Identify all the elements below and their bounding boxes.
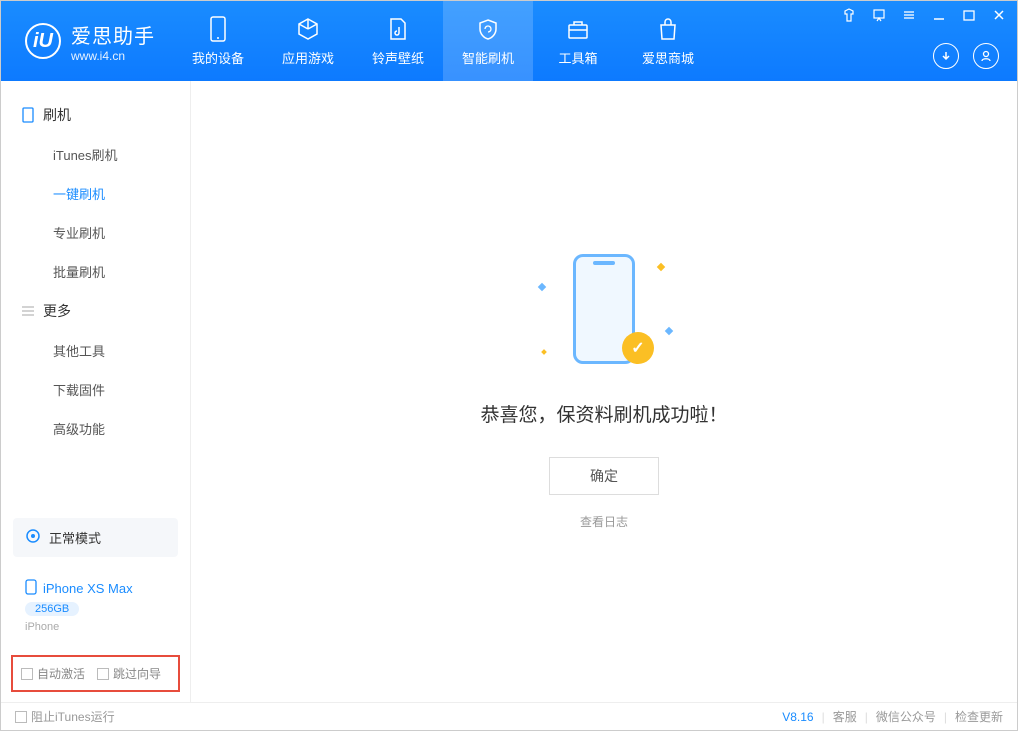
mode-icon	[25, 528, 41, 547]
app-title: 爱思助手	[71, 20, 155, 49]
download-button[interactable]	[933, 43, 959, 69]
phone-icon	[205, 16, 231, 42]
app-subtitle: www.i4.cn	[71, 49, 155, 63]
phone-small-icon	[25, 579, 37, 598]
success-illustration: ✓	[534, 254, 674, 374]
check-icon: ✓	[622, 332, 654, 364]
status-bar: 阻止iTunes运行 V8.16 | 客服 | 微信公众号 | 检查更新	[1, 702, 1017, 730]
ok-button[interactable]: 确定	[549, 457, 659, 495]
device-card[interactable]: iPhone XS Max 256GB iPhone	[13, 569, 178, 643]
nav-apps-games[interactable]: 应用游戏	[263, 1, 353, 81]
title-bar: iU 爱思助手 www.i4.cn 我的设备 应用游戏 铃声壁纸 智能刷机 工具…	[1, 1, 1017, 81]
app-logo: iU 爱思助手 www.i4.cn	[1, 20, 173, 63]
view-log-link[interactable]: 查看日志	[580, 513, 628, 530]
logo-icon: iU	[25, 23, 61, 59]
storage-badge: 256GB	[25, 602, 79, 616]
success-message: 恭喜您，保资料刷机成功啦！	[480, 400, 727, 427]
nav-toolbox[interactable]: 工具箱	[533, 1, 623, 81]
bag-icon	[655, 16, 681, 42]
account-button[interactable]	[973, 43, 999, 69]
check-update-link[interactable]: 检查更新	[955, 708, 1003, 725]
version-label: V8.16	[782, 710, 813, 724]
nav-smart-flash[interactable]: 智能刷机	[443, 1, 533, 81]
sidebar-item-other-tools[interactable]: 其他工具	[1, 331, 190, 370]
device-mode-card[interactable]: 正常模式	[13, 518, 178, 557]
skin-icon[interactable]	[841, 7, 857, 23]
toolbox-icon	[565, 16, 591, 42]
sidebar-group-flash: 刷机	[1, 95, 190, 135]
list-icon	[21, 304, 35, 318]
checkbox-auto-activate[interactable]: 自动激活	[21, 665, 85, 682]
sidebar-item-oneclick-flash[interactable]: 一键刷机	[1, 174, 190, 213]
main-nav: 我的设备 应用游戏 铃声壁纸 智能刷机 工具箱 爱思商城	[173, 1, 713, 81]
wechat-link[interactable]: 微信公众号	[876, 708, 936, 725]
sidebar-item-itunes-flash[interactable]: iTunes刷机	[1, 135, 190, 174]
device-type: iPhone	[25, 621, 166, 633]
nav-ringtone-wallpaper[interactable]: 铃声壁纸	[353, 1, 443, 81]
nav-store[interactable]: 爱思商城	[623, 1, 713, 81]
main-content: ✓ 恭喜您，保资料刷机成功啦！ 确定 查看日志	[191, 81, 1017, 702]
sidebar-group-more: 更多	[1, 291, 190, 331]
window-controls	[841, 7, 1007, 23]
nav-my-device[interactable]: 我的设备	[173, 1, 263, 81]
minimize-icon[interactable]	[931, 7, 947, 23]
support-link[interactable]: 客服	[833, 708, 857, 725]
device-icon	[21, 108, 35, 122]
music-file-icon	[385, 16, 411, 42]
close-icon[interactable]	[991, 7, 1007, 23]
maximize-icon[interactable]	[961, 7, 977, 23]
checkbox-block-itunes[interactable]: 阻止iTunes运行	[15, 708, 115, 725]
refresh-shield-icon	[475, 16, 501, 42]
menu-icon[interactable]	[901, 7, 917, 23]
sidebar-item-batch-flash[interactable]: 批量刷机	[1, 252, 190, 291]
sidebar-item-advanced[interactable]: 高级功能	[1, 409, 190, 448]
checkbox-skip-guide[interactable]: 跳过向导	[97, 665, 161, 682]
sidebar: 刷机 iTunes刷机 一键刷机 专业刷机 批量刷机 更多 其他工具 下载固件 …	[1, 81, 191, 702]
sidebar-item-download-firmware[interactable]: 下载固件	[1, 370, 190, 409]
highlight-options: 自动激活 跳过向导	[11, 655, 180, 692]
feedback-icon[interactable]	[871, 7, 887, 23]
cube-icon	[295, 16, 321, 42]
sidebar-item-pro-flash[interactable]: 专业刷机	[1, 213, 190, 252]
